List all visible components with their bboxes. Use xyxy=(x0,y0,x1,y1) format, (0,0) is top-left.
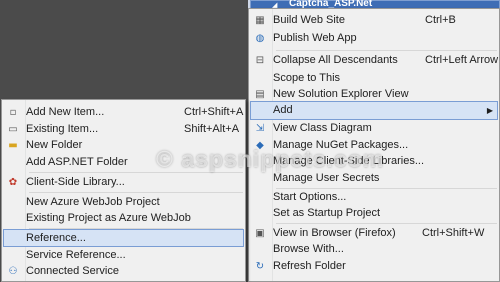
menu-item-label: Scope to This xyxy=(273,72,341,84)
menu-item-label: Reference... xyxy=(26,232,86,244)
menu-item-label: Manage User Secrets xyxy=(273,172,380,184)
menu-item-label: Client-Side Library... xyxy=(26,176,125,188)
submenu-item-new-folder[interactable]: ▬ New Folder xyxy=(3,137,244,155)
menu-separator xyxy=(276,50,497,51)
menu-item-label: New Azure WebJob Project xyxy=(26,196,160,208)
menu-separator xyxy=(29,172,243,173)
menu-item-manage-client-side-libraries[interactable]: Manage Client-Side Libraries... xyxy=(250,153,498,171)
existing-item-icon: ▭ xyxy=(8,124,18,135)
menu-item-shortcut: Shift+Alt+A xyxy=(184,123,240,135)
menu-item-build-web-site[interactable]: ▦ Build Web Site Ctrl+B xyxy=(250,12,498,30)
refresh-icon: ↻ xyxy=(255,261,265,272)
menu-item-label: Refresh Folder xyxy=(273,260,346,272)
menu-item-collapse-all[interactable]: ⊟ Collapse All Descendants Ctrl+Left Arr… xyxy=(250,52,498,70)
menu-item-publish-web-app[interactable]: ◍ Publish Web App xyxy=(250,30,498,48)
class-diagram-icon: ⇲ xyxy=(255,123,265,134)
submenu-item-add-new-item[interactable]: ▫ Add New Item... Ctrl+Shift+A xyxy=(3,104,244,122)
menu-item-label: Set as Startup Project xyxy=(273,207,380,219)
menu-item-label: Add ASP.NET Folder xyxy=(26,156,128,168)
menu-item-label: View Class Diagram xyxy=(273,122,372,134)
menu-item-label: Manage Client-Side Libraries... xyxy=(273,155,425,167)
submenu-item-existing-project-webjob[interactable]: Existing Project as Azure WebJob xyxy=(3,210,244,228)
add-submenu: ▫ Add New Item... Ctrl+Shift+A ▭ Existin… xyxy=(1,99,246,282)
submenu-item-add-aspnet-folder[interactable]: Add ASP.NET Folder xyxy=(3,154,244,172)
new-view-icon: ▤ xyxy=(255,89,265,100)
new-item-icon: ▫ xyxy=(9,107,17,118)
menu-separator xyxy=(29,192,243,193)
nuget-icon: ◆ xyxy=(256,140,264,151)
menu-item-shortcut: Ctrl+Shift+W xyxy=(422,227,485,239)
connected-service-icon: ⚇ xyxy=(8,266,18,277)
menu-item-shortcut: Ctrl+Shift+A xyxy=(184,106,244,118)
menu-item-label: Browse With... xyxy=(273,243,344,255)
menu-item-label: Connected Service xyxy=(26,265,119,277)
menu-item-label: Build Web Site xyxy=(273,14,345,26)
menu-item-label: Service Reference... xyxy=(26,249,126,261)
menu-item-shortcut: Ctrl+B xyxy=(425,14,456,26)
menu-item-view-class-diagram[interactable]: ⇲ View Class Diagram xyxy=(250,120,498,138)
submenu-item-reference[interactable]: Reference... xyxy=(3,229,244,247)
context-menu: ▦ Build Web Site Ctrl+B ◍ Publish Web Ap… xyxy=(248,8,500,282)
menu-item-label: Collapse All Descendants xyxy=(273,54,398,66)
menu-item-label: New Folder xyxy=(26,139,83,151)
folder-icon: ▬ xyxy=(8,140,18,151)
menu-item-label: Existing Project as Azure WebJob xyxy=(26,212,191,224)
menu-item-refresh-folder[interactable]: ↻ Refresh Folder xyxy=(250,258,498,276)
menu-item-label: Publish Web App xyxy=(273,32,357,44)
menu-item-label: Existing Item... xyxy=(26,123,99,135)
collapse-icon: ⊟ xyxy=(255,55,265,66)
submenu-item-connected-service[interactable]: ⚇ Connected Service xyxy=(3,263,244,281)
submenu-item-client-side-library[interactable]: ✿ Client-Side Library... xyxy=(3,174,244,192)
menu-item-label: Add New Item... xyxy=(26,106,105,118)
menu-item-label: Start Options... xyxy=(273,191,347,203)
submenu-arrow-icon: ▶ xyxy=(486,106,493,115)
menu-item-browse-with[interactable]: Browse With... xyxy=(250,241,498,259)
menu-item-label: New Solution Explorer View xyxy=(273,88,409,100)
menu-item-label: Manage NuGet Packages... xyxy=(273,139,409,151)
browser-icon: ▣ xyxy=(255,228,265,239)
client-library-icon: ✿ xyxy=(8,177,18,188)
menu-item-label: Add xyxy=(273,104,293,116)
menu-item-manage-user-secrets[interactable]: Manage User Secrets xyxy=(250,170,498,188)
menu-item-label: View in Browser (Firefox) xyxy=(273,227,396,239)
menu-item-add[interactable]: Add ▶ xyxy=(250,101,498,120)
publish-globe-icon: ◍ xyxy=(255,33,265,44)
menu-separator xyxy=(276,223,497,224)
menu-item-shortcut: Ctrl+Left Arrow xyxy=(425,54,499,66)
menu-item-set-startup-project[interactable]: Set as Startup Project xyxy=(250,205,498,223)
build-icon: ▦ xyxy=(255,15,265,26)
